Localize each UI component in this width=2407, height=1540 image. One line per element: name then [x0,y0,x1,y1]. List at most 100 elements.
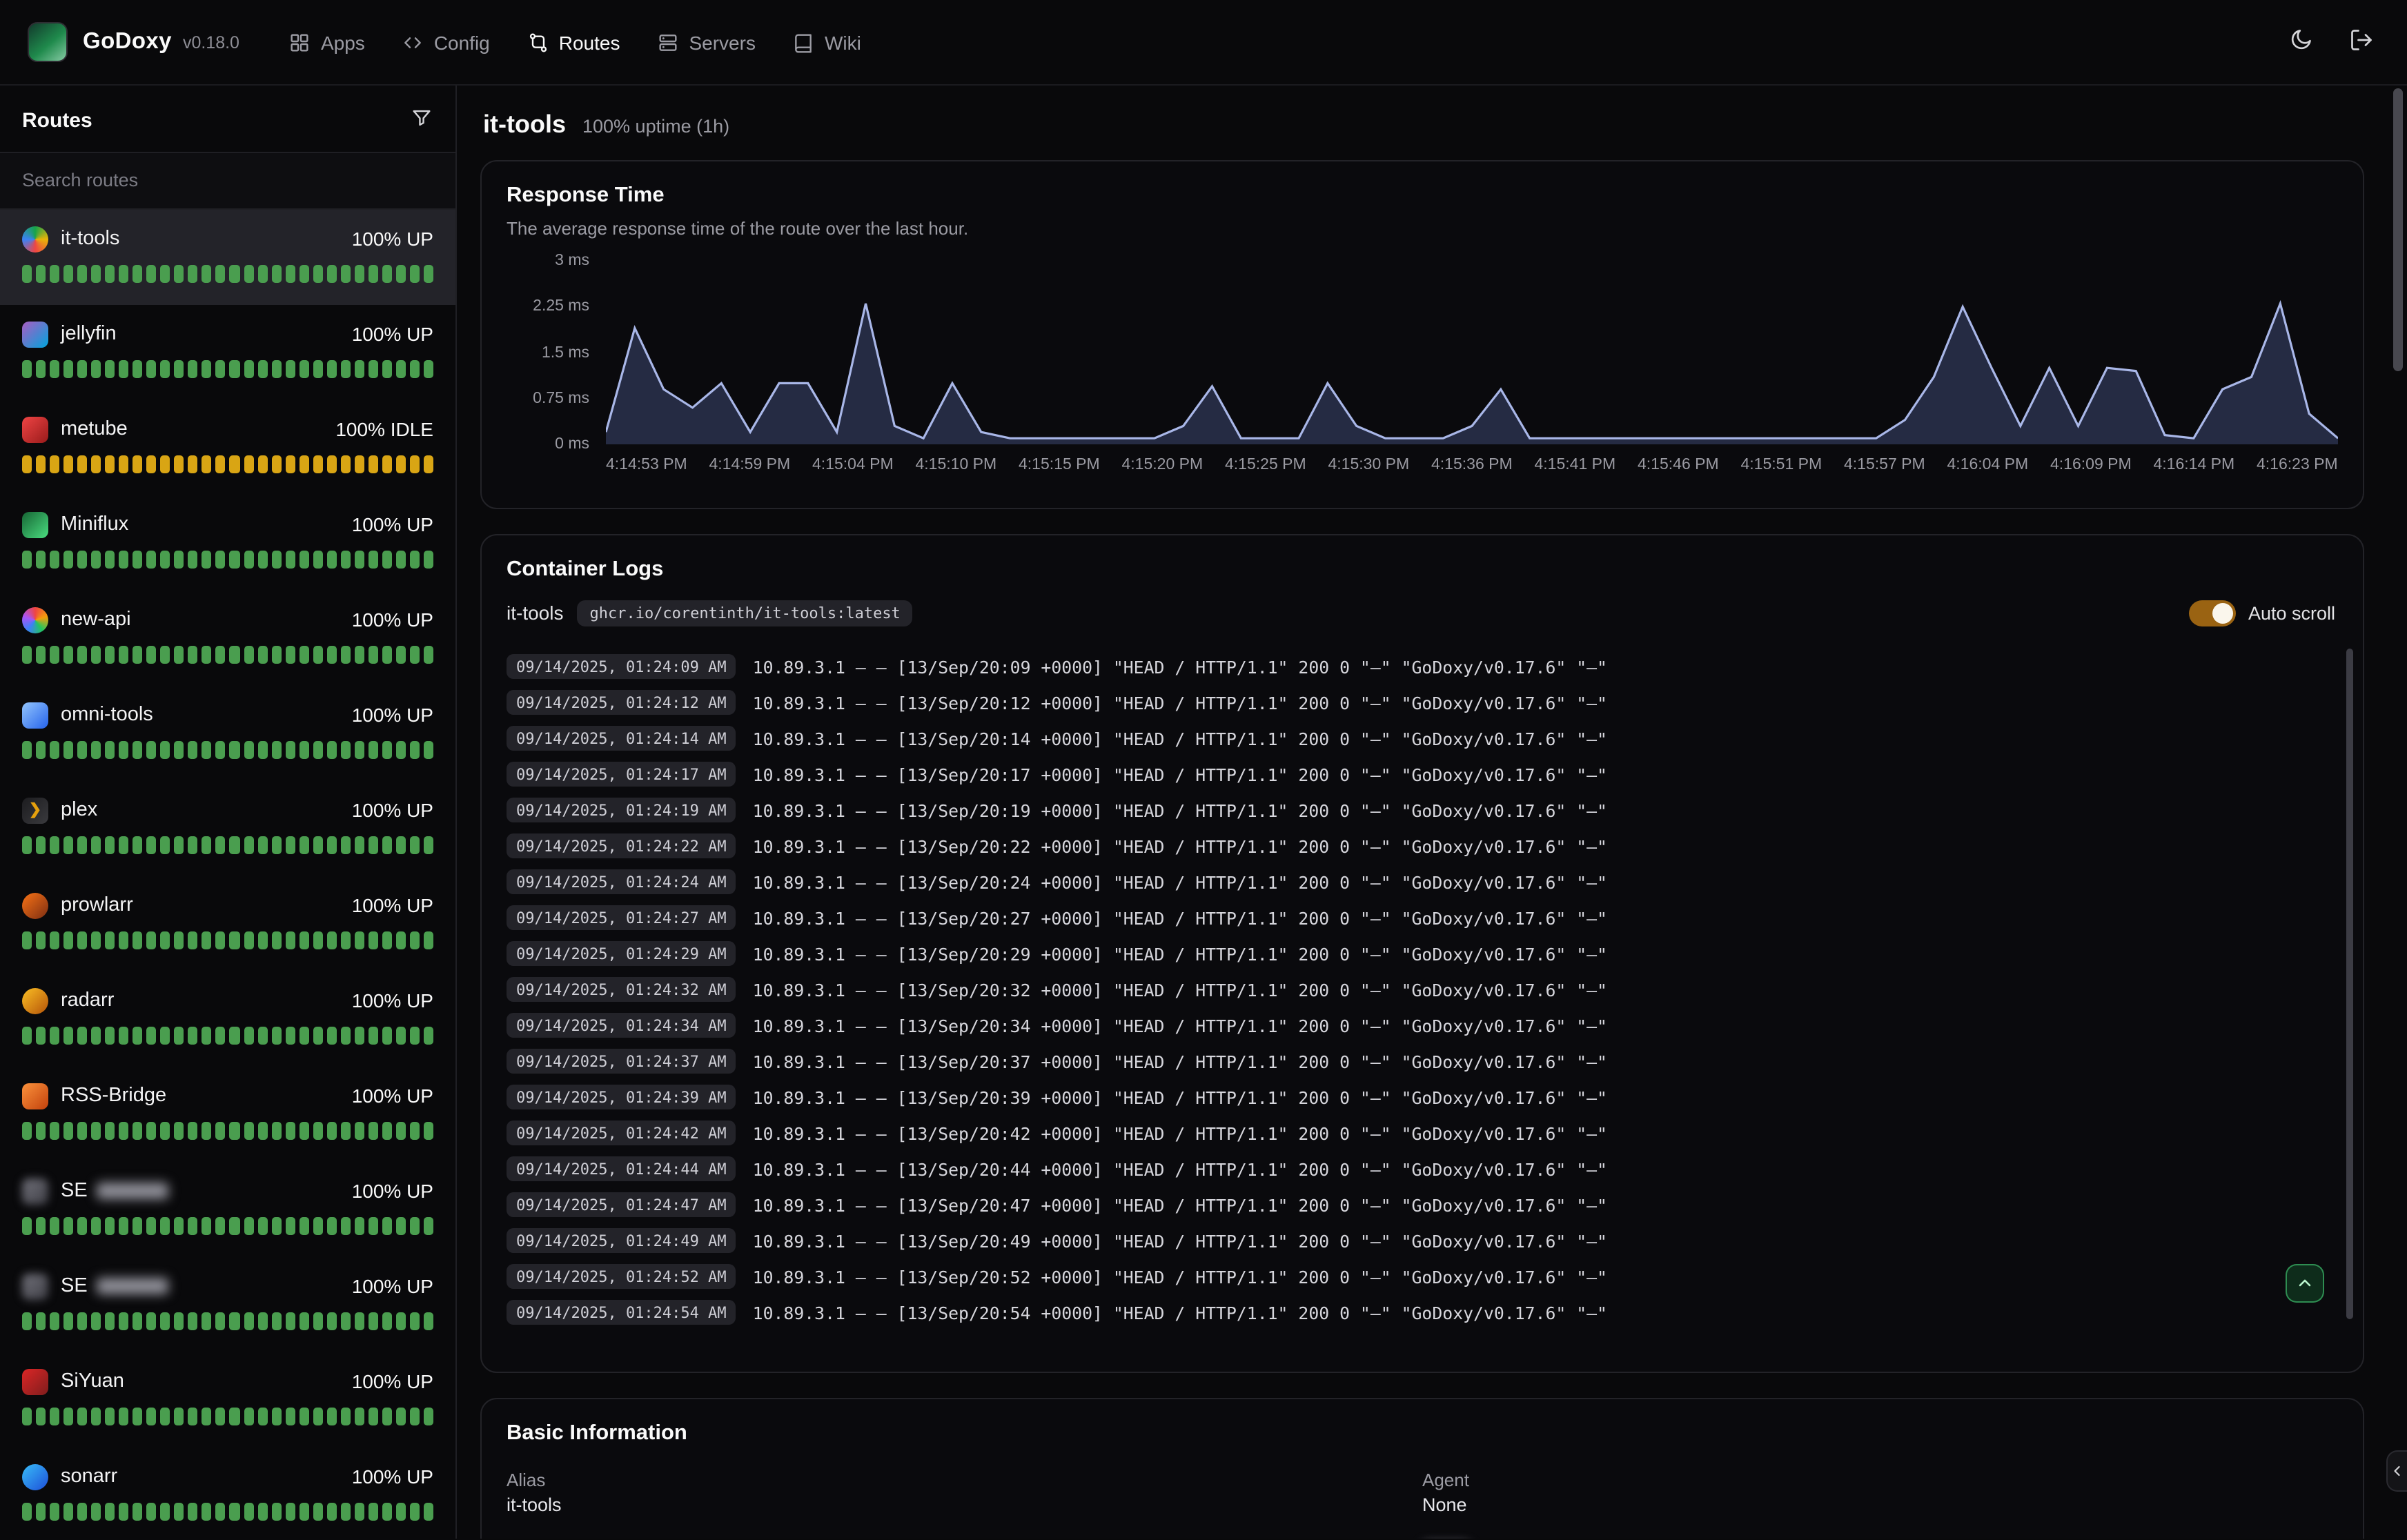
route-uptime-bars [22,741,433,759]
log-timestamp: 09/14/2025, 01:24:39 AM [507,1085,736,1109]
route-favicon [22,1178,48,1204]
route-item-it-tools[interactable]: it-tools100% UP [0,210,455,305]
route-favicon [22,1273,48,1299]
scroll-to-top-button[interactable] [2286,1264,2324,1303]
info-field-agent: AgentNone [1422,1470,2338,1515]
x-axis-tick: 4:15:30 PM [1328,457,1410,477]
route-item-new-api[interactable]: new-api100% UP [0,591,455,686]
nav-item-label: Routes [559,31,620,53]
route-item-se-12[interactable]: SE100% UP [0,1257,455,1352]
route-item-jellyfin[interactable]: jellyfin100% UP [0,305,455,400]
nav-item-routes[interactable]: Routes [527,31,620,53]
route-item-miniflux[interactable]: Miniflux 100% UP [0,495,455,591]
route-status: 100% UP [352,1465,433,1488]
log-row: 09/14/2025, 01:24:44 AM 10.89.3.1 – – [13… [507,1151,2338,1187]
log-message: 10.89.3.1 – – [13/Sep/20:39 +0000] "HEAD… [753,1087,1607,1107]
route-name: metube [61,418,128,440]
info-field-redacted [1422,1536,2338,1539]
panel-collapse-handle[interactable] [2386,1450,2407,1492]
nav-item-config[interactable]: Config [402,31,490,53]
x-axis-tick: 4:16:14 PM [2154,457,2235,477]
x-axis-tick: 4:15:10 PM [916,457,997,477]
theme-toggle-button[interactable] [2288,28,2313,57]
route-item-prowlarr[interactable]: prowlarr100% UP [0,876,455,971]
filter-routes-button[interactable] [410,106,433,134]
x-axis-tick: 4:16:23 PM [2257,457,2338,477]
redacted-text [97,1278,169,1294]
auto-scroll-toggle[interactable] [2189,600,2236,626]
log-row: 09/14/2025, 01:24:14 AM10.89.3.1 – – [13… [507,720,2338,756]
log-row: 09/14/2025, 01:24:24 AM 10.89.3.1 – – [13… [507,864,2338,900]
route-uptime-bars [22,1217,433,1235]
log-list: 09/14/2025, 01:24:09 AM10.89.3.1 – – [13… [507,649,2338,1330]
nav-actions [2288,28,2374,57]
nav-item-servers[interactable]: Servers [657,31,755,53]
log-row: 09/14/2025, 01:24:47 AM10.89.3.1 – – [13… [507,1187,2338,1223]
log-message: 10.89.3.1 – – [13/Sep/20:47 +0000] "HEAD… [753,1194,1607,1215]
route-uptime-bars [22,646,433,664]
x-axis-tick: 4:15:25 PM [1225,457,1306,477]
container-logs-title: Container Logs [507,557,2338,582]
route-row: it-tools100% UP [22,225,433,253]
godoxy-logo-icon [28,22,68,62]
route-uptime-bars [22,360,433,378]
basic-information-card: Basic Information Aliasit-toolsAgentNone… [480,1398,2364,1539]
response-time-card: Response Time The average response time … [480,160,2364,509]
x-axis-tick: 4:16:04 PM [1947,457,2029,477]
route-status: 100% UP [352,513,433,535]
route-item-se-11[interactable]: SE 100% UP [0,1162,455,1257]
route-favicon [22,511,48,537]
route-name: sonarr [61,1465,117,1488]
route-uptime-bars [22,455,433,473]
x-axis-tick: 4:15:15 PM [1019,457,1100,477]
route-item-metube[interactable]: metube100% IDLE [0,400,455,495]
route-item-rss-bridge[interactable]: RSS-Bridge100% UP [0,1067,455,1162]
route-item-radarr[interactable]: radarr100% UP [0,971,455,1067]
route-name: SiYuan [61,1370,124,1392]
nav-item-label: Servers [689,31,755,53]
log-message: 10.89.3.1 – – [13/Sep/20:42 +0000] "HEAD… [753,1123,1607,1143]
log-message: 10.89.3.1 – – [13/Sep/20:44 +0000] "HEAD… [753,1158,1607,1179]
route-item-omni-tools[interactable]: omni-tools100% UP [0,686,455,781]
logs-scrollbar[interactable] [2346,649,2353,1319]
page-scrollbar[interactable] [2393,88,2403,371]
log-timestamp: 09/14/2025, 01:24:24 AM [507,869,736,894]
route-name: Miniflux [61,513,128,535]
response-time-subtitle: The average response time of the route o… [507,218,2338,239]
route-status: 100% UP [352,1180,433,1202]
log-message: 10.89.3.1 – – [13/Sep/20:14 +0000] "HEAD… [753,728,1607,749]
log-message: 10.89.3.1 – – [13/Sep/20:24 +0000] "HEAD… [753,871,1607,892]
route-uptime-bars [22,836,433,854]
search-routes-input[interactable] [22,170,433,190]
log-timestamp: 09/14/2025, 01:24:44 AM [507,1156,736,1181]
route-favicon [22,416,48,442]
uptime-summary: 100% uptime (1h) [582,116,729,137]
log-timestamp: 09/14/2025, 01:24:37 AM [507,1049,736,1074]
chart-x-axis: 4:14:53 PM4:14:59 PM4:15:04 PM4:15:10 PM… [606,444,2338,477]
route-item-siyuan[interactable]: SiYuan 100% UP [0,1352,455,1448]
y-axis-tick: 0.75 ms [533,391,589,407]
route-status: 100% UP [352,1370,433,1392]
log-row: 09/14/2025, 01:24:39 AM 10.89.3.1 – – [13… [507,1079,2338,1115]
route-favicon [22,321,48,347]
route-name: radarr [61,989,114,1011]
nav-item-apps[interactable]: Apps [289,31,365,53]
route-favicon [22,226,48,252]
route-status: 100% UP [352,323,433,345]
route-uptime-bars [22,265,433,283]
y-axis-tick: 0 ms [555,436,589,453]
log-message: 10.89.3.1 – – [13/Sep/20:49 +0000] "HEAD… [753,1230,1607,1251]
route-uptime-bars [22,551,433,569]
route-row: new-api100% UP [22,606,433,633]
x-axis-tick: 4:16:09 PM [2050,457,2132,477]
route-item-plex[interactable]: ❯plex100% UP [0,781,455,876]
route-name: SE [61,1180,169,1202]
x-axis-tick: 4:15:57 PM [1844,457,1925,477]
route-item-sonarr[interactable]: sonarr 100% UP [0,1448,455,1539]
info-field-host: Host [507,1536,1422,1539]
route-favicon [22,1463,48,1490]
nav-item-wiki[interactable]: Wiki [793,31,861,53]
logout-icon [2349,28,2374,52]
route-name: prowlarr [61,894,133,916]
logout-button[interactable] [2349,28,2374,57]
